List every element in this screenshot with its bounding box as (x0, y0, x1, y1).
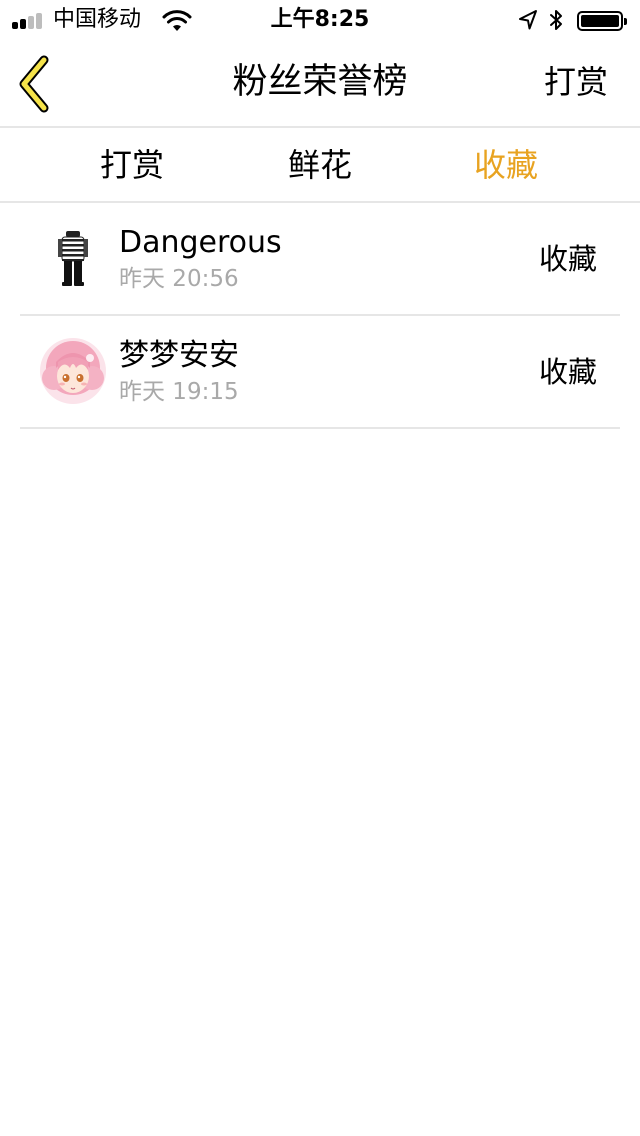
bluetooth-icon (550, 10, 562, 30)
item-time: 昨天 20:56 (119, 266, 239, 292)
row-divider (20, 427, 620, 429)
item-name: 梦梦安安 (119, 338, 239, 373)
reward-button[interactable]: 打赏 (544, 62, 608, 102)
item-action: 收藏 (538, 355, 597, 389)
tab-favorites[interactable]: 收藏 (426, 145, 586, 185)
item-time: 昨天 19:15 (119, 379, 239, 405)
striped-outfit-avatar (40, 225, 106, 291)
favorites-list: Dangerous 昨天 20:56 收藏 梦梦安安 昨天 19:15 收藏 (0, 203, 640, 429)
battery-icon (577, 11, 627, 31)
location-icon (519, 10, 537, 30)
nav-bar: 粉丝荣誉榜 打赏 (0, 40, 640, 127)
status-time: 上午8:25 (270, 7, 370, 32)
item-action: 收藏 (538, 242, 597, 276)
tab-bar: 打赏 鲜花 收藏 (0, 129, 640, 201)
list-item[interactable]: 梦梦安安 昨天 19:15 收藏 (0, 316, 640, 429)
anime-girl-avatar (40, 338, 106, 404)
list-item[interactable]: Dangerous 昨天 20:56 收藏 (0, 203, 640, 316)
tab-flowers[interactable]: 鲜花 (240, 145, 400, 185)
screen: 中国移动 上午8:25 粉丝荣誉榜 打赏 打赏 鲜花 收藏 Dangerous … (0, 0, 640, 1136)
item-name: Dangerous (119, 225, 282, 260)
tab-reward[interactable]: 打赏 (52, 145, 212, 185)
status-bar: 中国移动 上午8:25 (0, 0, 640, 40)
nav-divider (0, 126, 640, 128)
